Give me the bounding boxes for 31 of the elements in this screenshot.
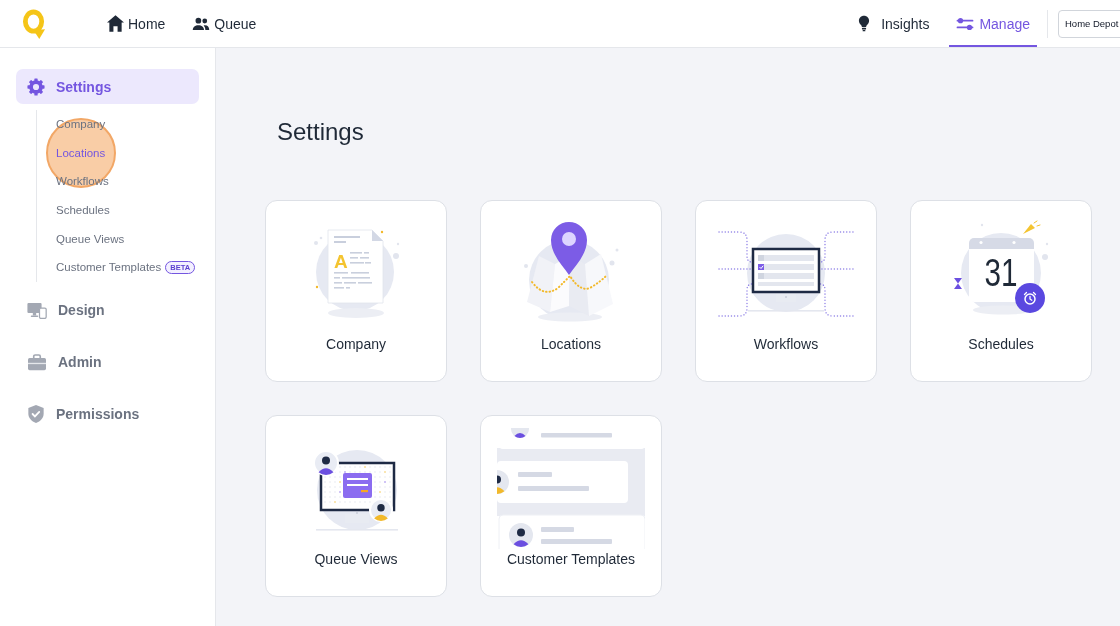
calendar-day-number: 31 <box>984 252 1027 294</box>
sidebar-subitem[interactable]: Schedules <box>56 204 110 217</box>
briefcase-icon <box>27 353 47 372</box>
monitor-phone-icon <box>27 301 47 319</box>
sidebar-subitem[interactable]: Locations <box>56 146 106 159</box>
settings-card[interactable]: A Company <box>265 200 447 382</box>
home-icon <box>107 15 124 32</box>
logo-icon <box>22 8 46 39</box>
settings-card[interactable]: Workflows <box>695 200 877 382</box>
people-icon <box>192 16 211 31</box>
nav-link[interactable]: Queue <box>185 0 264 47</box>
sidebar-subitem[interactable]: Customer Templates <box>56 261 162 274</box>
sidebar-item[interactable]: Settings <box>16 69 199 104</box>
sidebar-item[interactable]: Admin <box>16 344 199 380</box>
gear-icon <box>27 77 45 96</box>
settings-card[interactable]: 31 Schedules <box>910 200 1092 382</box>
sliders-icon <box>956 16 975 31</box>
settings-card[interactable]: Locations <box>480 200 662 382</box>
shield-check-icon <box>27 404 45 425</box>
settings-card[interactable]: Queue Views <box>265 415 447 597</box>
nav-link[interactable]: Insights <box>851 0 937 47</box>
sidebar-subitem[interactable]: Queue Views <box>56 232 125 245</box>
settings-card[interactable]: Customer Templates <box>480 415 662 597</box>
nav-link[interactable]: Home <box>100 0 173 47</box>
organization-select[interactable]: Home Depot <box>1058 9 1120 38</box>
document-letter: A <box>334 251 348 272</box>
sidebar-item[interactable]: Permissions <box>16 396 199 432</box>
sidebar-item[interactable]: Design <box>16 292 199 328</box>
sidebar-subitem[interactable]: Company <box>56 118 106 131</box>
page-title: Settings <box>277 117 364 147</box>
lightbulb-icon <box>858 15 871 32</box>
